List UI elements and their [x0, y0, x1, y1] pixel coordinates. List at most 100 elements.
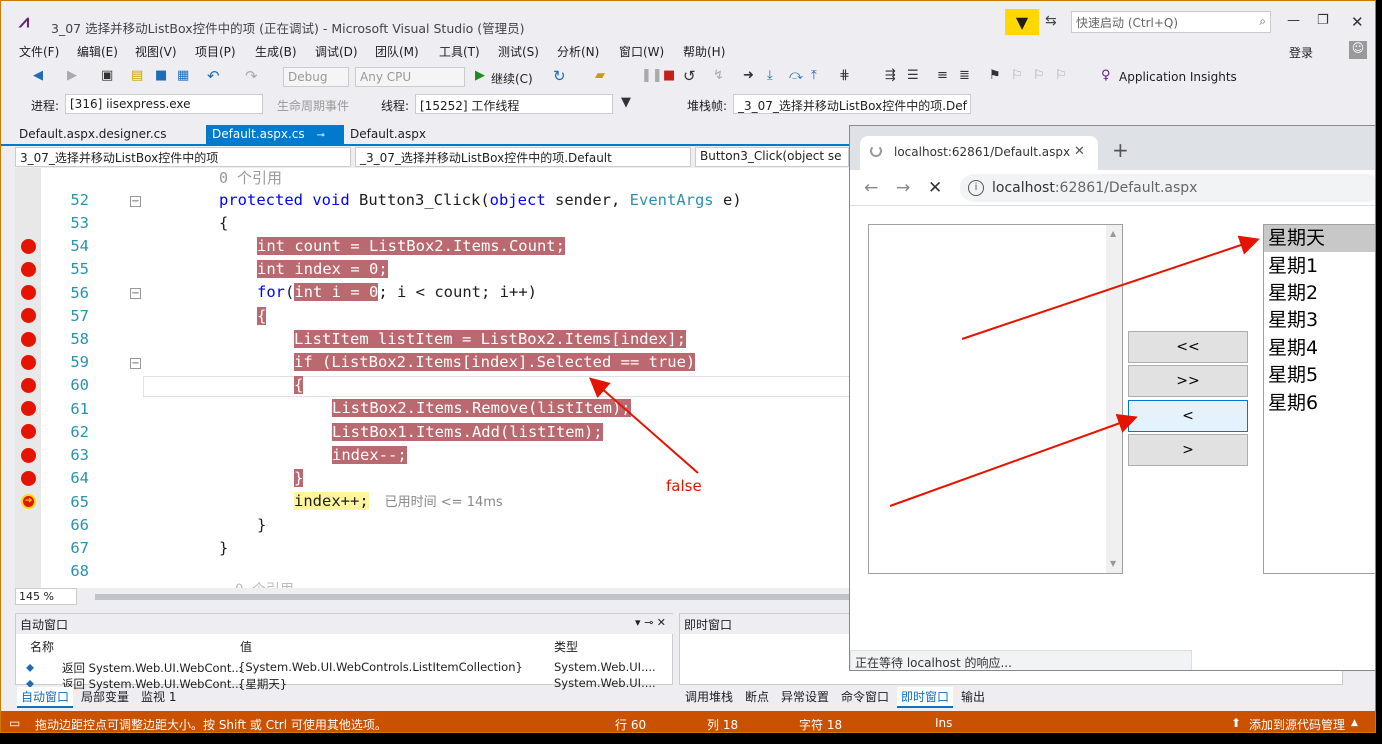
browser-link-icon[interactable]: ▰	[595, 68, 605, 83]
refresh-icon[interactable]: ↻	[553, 67, 566, 85]
login-link[interactable]: 登录	[1289, 44, 1313, 61]
tab-aspx[interactable]: Default.aspx	[344, 125, 432, 145]
app-insights-button[interactable]: Application Insights	[1119, 70, 1237, 84]
site-info-icon[interactable]: i	[968, 180, 984, 196]
tab-command[interactable]: 命令窗口	[837, 687, 893, 706]
menu-team[interactable]: 团队(M)	[375, 43, 419, 60]
process-combo[interactable]: [316] iisexpress.exe	[65, 94, 263, 114]
reference-count[interactable]: 0 个引用	[219, 168, 282, 188]
listbox2[interactable]: 星期天 星期1 星期2 星期3 星期4 星期5 星期6	[1263, 224, 1375, 574]
filter-icon[interactable]: ▼	[621, 95, 631, 110]
column-value[interactable]: 值	[240, 638, 252, 655]
tab-output[interactable]: 输出	[957, 687, 989, 706]
browser-forward-icon[interactable]: →	[896, 178, 910, 198]
tab-breakpoints[interactable]: 断点	[741, 687, 773, 706]
breakpoint-icon[interactable]	[21, 471, 36, 486]
pin-icon[interactable]: ⊸	[316, 130, 324, 141]
quick-launch-input[interactable]: 快速启动 (Ctrl+Q) ⌕	[1071, 11, 1271, 33]
address-bar[interactable]: i localhost:62861/Default.aspx	[960, 174, 1375, 202]
current-statement-arrow-icon[interactable]: ➜	[21, 494, 36, 509]
list-item[interactable]: 星期1	[1264, 253, 1375, 280]
redo-icon[interactable]: ↷	[245, 67, 258, 85]
breakpoint-icon[interactable]	[21, 448, 36, 463]
lifecycle-events-button[interactable]: 生命周期事件	[277, 97, 349, 114]
list-item[interactable]: 星期2	[1264, 280, 1375, 307]
move-left-button[interactable]: <	[1128, 400, 1248, 432]
step-out-icon[interactable]: ⤒	[811, 68, 817, 83]
menu-help[interactable]: 帮助(H)	[683, 43, 725, 60]
project-nav-combo[interactable]: 3_07_选择并移动ListBox控件中的项	[15, 147, 351, 167]
clear-bookmark-icon[interactable]: ⚐	[1055, 68, 1067, 83]
table-row[interactable]: 返回 System.Web.UI.WebCont...	[62, 660, 242, 676]
stop-icon[interactable]: ■	[663, 68, 675, 83]
menu-file[interactable]: 文件(F)	[19, 43, 59, 60]
restart-icon[interactable]: ↺	[683, 67, 696, 85]
source-control-chevron-icon[interactable]: ▲	[1351, 718, 1358, 728]
member-nav-combo[interactable]: Button3_Click(object se	[695, 147, 849, 167]
panel-controls-icon[interactable]: ▾ ⊸ ✕	[635, 616, 666, 629]
menu-tools[interactable]: 工具(T)	[439, 43, 480, 60]
table-row[interactable]: System.Web.UI....	[554, 676, 656, 690]
minimize-icon[interactable]: —	[1287, 13, 1300, 28]
breakpoint-icon[interactable]	[21, 424, 36, 439]
column-name[interactable]: 名称	[30, 638, 54, 655]
browser-stop-icon[interactable]: ✕	[928, 178, 942, 198]
breakpoint-icon[interactable]	[21, 332, 36, 347]
uncomment-icon[interactable]: ≣	[959, 68, 970, 83]
feedback-icon[interactable]: ⇆	[1045, 13, 1057, 29]
tab-autos[interactable]: 自动窗口	[17, 687, 74, 708]
listbox1-scrollbar[interactable]: ▲ ▼	[1106, 225, 1122, 573]
tab-locals[interactable]: 局部变量	[77, 687, 133, 706]
platform-combo[interactable]: Any CPU	[355, 67, 465, 87]
menu-window[interactable]: 窗口(W)	[619, 43, 664, 60]
tab-code-behind[interactable]: Default.aspx.cs ⊸ ✕	[206, 125, 344, 155]
collapse-icon[interactable]: −	[130, 288, 141, 299]
hex-display-icon[interactable]: ⋕	[839, 68, 850, 83]
next-bookmark-icon[interactable]: ⚐	[1033, 68, 1045, 83]
undo-icon[interactable]: ↶	[207, 67, 220, 85]
reference-count[interactable]: 0 个引用	[235, 580, 294, 588]
table-row[interactable]: {System.Web.UI.WebControls.ListItemColle…	[238, 660, 523, 674]
breakpoint-icon[interactable]	[21, 239, 36, 254]
browser-tab[interactable]: localhost:62861/Default.aspx ✕	[860, 136, 1098, 170]
comment-icon[interactable]: ≡	[937, 68, 948, 83]
table-row[interactable]: System.Web.UI....	[554, 660, 656, 674]
save-all-icon[interactable]: ▦	[177, 68, 189, 83]
list-item[interactable]: 星期天	[1264, 225, 1375, 252]
tab-watch[interactable]: 监视 1	[137, 687, 180, 706]
horizontal-scrollbar[interactable]	[95, 594, 849, 600]
scroll-down-icon[interactable]: ▼	[1110, 559, 1116, 568]
notification-flag-icon[interactable]: ▼	[1005, 9, 1039, 35]
menu-view[interactable]: 视图(V)	[135, 43, 177, 60]
menu-build[interactable]: 生成(B)	[255, 43, 297, 60]
prev-bookmark-icon[interactable]: ⚐	[1011, 68, 1023, 83]
scroll-up-icon[interactable]: ▲	[1110, 229, 1116, 238]
list-item[interactable]: 星期4	[1264, 335, 1375, 362]
forward-icon[interactable]: ▶	[67, 68, 77, 83]
browser-back-icon[interactable]: ←	[864, 178, 878, 198]
breakpoint-icon[interactable]	[21, 401, 36, 416]
menu-test[interactable]: 测试(S)	[498, 43, 539, 60]
list-item[interactable]: 星期5	[1264, 362, 1375, 389]
pause-icon[interactable]: ❚❚	[641, 68, 663, 83]
tab-call-stack[interactable]: 调用堆栈	[681, 687, 737, 706]
listbox1[interactable]: ▲ ▼	[868, 224, 1123, 574]
continue-icon[interactable]: ▶	[475, 68, 485, 83]
tab-designer[interactable]: Default.aspx.designer.cs	[13, 125, 173, 145]
breakpoint-icon[interactable]	[21, 378, 36, 393]
restore-icon[interactable]: ❐	[1317, 13, 1329, 28]
thread-icon[interactable]: ⇶	[885, 68, 896, 83]
new-tab-icon[interactable]: +	[1112, 140, 1129, 160]
menu-analyze[interactable]: 分析(N)	[557, 43, 599, 60]
indent-icon[interactable]: ☰	[907, 68, 919, 83]
new-project-icon[interactable]: ▣	[101, 68, 113, 83]
move-all-left-button[interactable]: <<	[1128, 331, 1248, 363]
source-control-button[interactable]: 添加到源代码管理	[1249, 716, 1345, 732]
step-into-icon[interactable]: ⤓	[767, 68, 773, 83]
app-insights-icon[interactable]: ♀	[1101, 68, 1111, 83]
collapse-icon[interactable]: −	[130, 358, 141, 369]
column-type[interactable]: 类型	[554, 638, 578, 655]
breakpoint-icon[interactable]	[21, 262, 36, 277]
menu-edit[interactable]: 编辑(E)	[77, 43, 118, 60]
move-right-button[interactable]: >	[1128, 434, 1248, 466]
